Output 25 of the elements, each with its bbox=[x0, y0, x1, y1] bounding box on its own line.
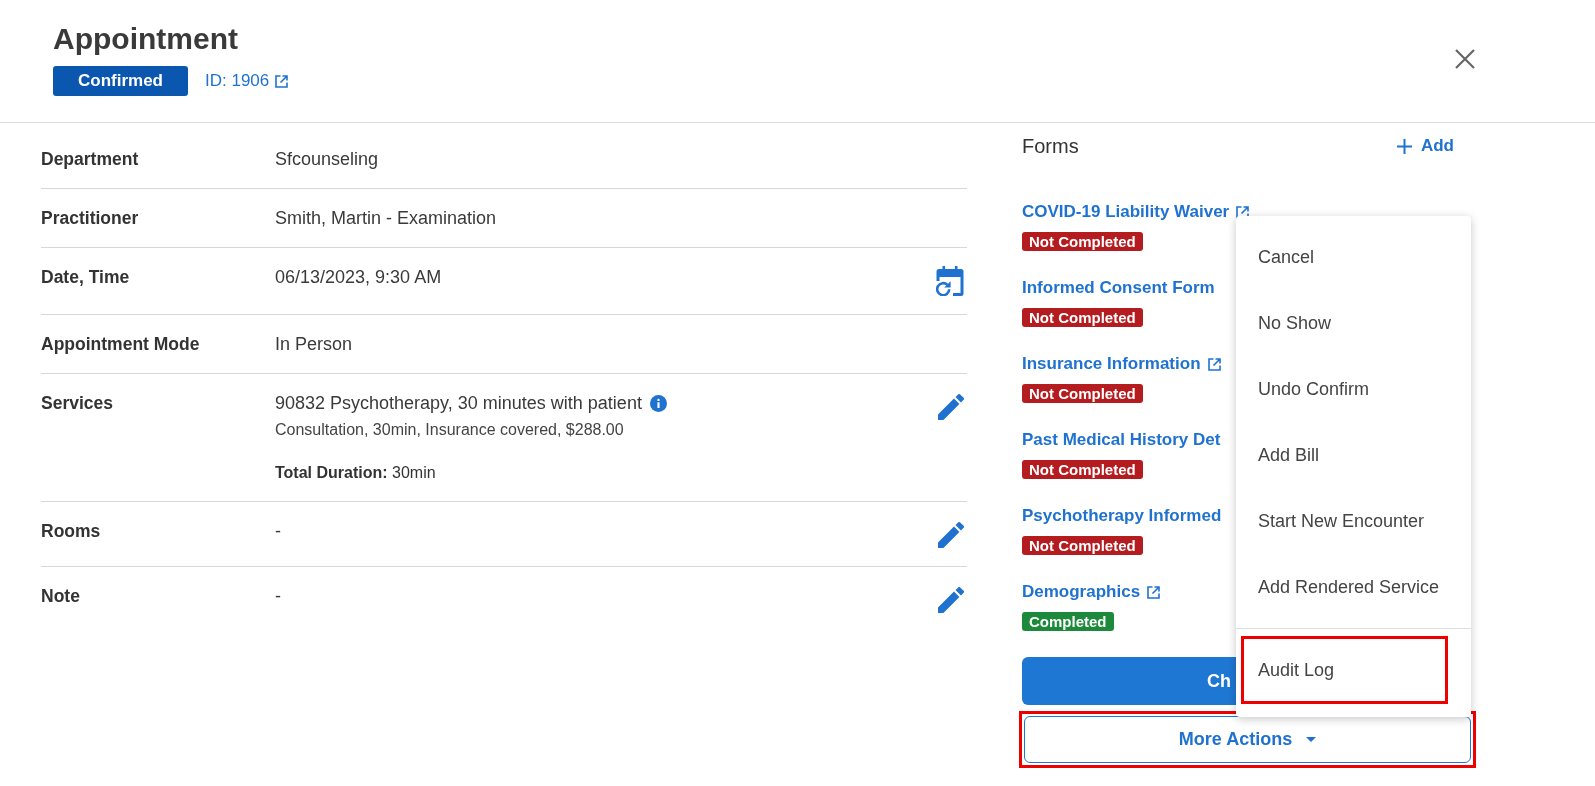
status-badge: Not Completed bbox=[1022, 308, 1143, 327]
status-badge: Not Completed bbox=[1022, 384, 1143, 403]
status-badge: Not Completed bbox=[1022, 232, 1143, 251]
field-value: - bbox=[275, 585, 282, 607]
field-value: 06/13/2023, 9:30 AM bbox=[275, 266, 443, 288]
status-badge: Not Completed bbox=[1022, 536, 1143, 555]
status-badge: Not Completed bbox=[1022, 460, 1143, 479]
service-detail: Consultation, 30min, Insurance covered, $288.00 bbox=[275, 420, 625, 440]
status-badge: Confirmed bbox=[53, 66, 188, 96]
field-label: Services bbox=[41, 392, 114, 415]
status-badge: Completed bbox=[1022, 612, 1114, 631]
service-name: 90832 Psychotherapy, 30 minutes with patient bbox=[275, 392, 642, 414]
field-label: Practitioner bbox=[41, 207, 140, 229]
field-label: Appointment Mode bbox=[41, 333, 201, 355]
field-value: Smith, Martin - Examination bbox=[275, 207, 498, 229]
field-label: Department bbox=[41, 148, 140, 170]
field-label: Note bbox=[41, 585, 81, 608]
total-duration: Total Duration: 30min bbox=[275, 463, 437, 483]
field-value: - bbox=[275, 520, 282, 542]
field-label: Rooms bbox=[41, 520, 102, 543]
page-title: Appointment bbox=[53, 21, 239, 57]
field-value: In Person bbox=[275, 333, 354, 355]
field-value: Sfcounseling bbox=[275, 148, 380, 170]
field-label: Date, Time bbox=[41, 266, 131, 289]
section-title: Forms bbox=[1022, 134, 1079, 158]
